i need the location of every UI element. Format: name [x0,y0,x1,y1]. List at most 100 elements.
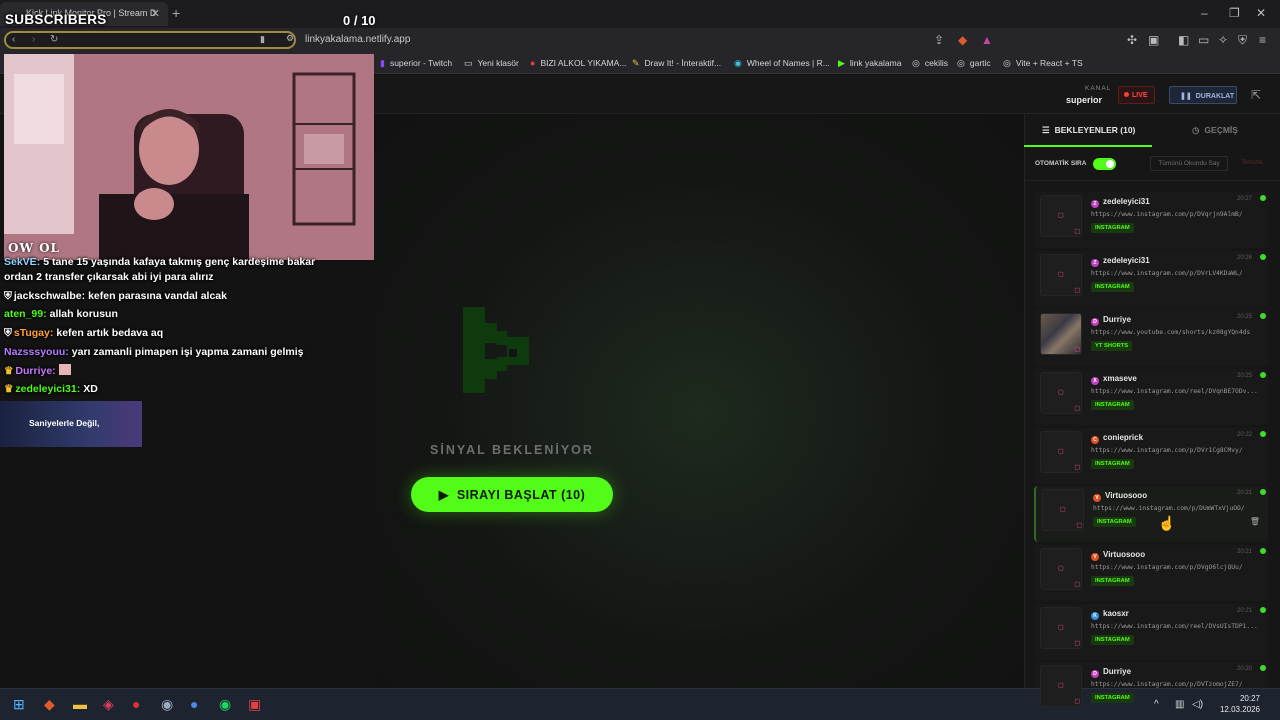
queue-item[interactable]: ◻ D Durriye https://www.youtube.com/shorts/… [1034,310,1268,366]
subscribers-count: 0 / 10 [343,13,376,28]
external-link-icon[interactable]: ⇱ [1251,88,1261,102]
spotify-app-icon[interactable]: ◉ [219,696,231,713]
thumbnail[interactable]: ◻ ◻ [1040,254,1082,296]
app-icon[interactable]: ● [190,696,198,712]
extensions-icon[interactable]: ✣ [1127,33,1137,47]
promo-banner: Saniyelerle Değil, [0,401,142,447]
back-forward-bar[interactable]: ‹ › ↻ ▮ [4,31,296,49]
thumbnail[interactable]: ◻ ◻ [1040,195,1082,237]
queue-link[interactable]: https://www.instagram.com/reel/DVqnBE7OD… [1091,388,1261,395]
bookmark-item[interactable]: ▮ superior - Twitch [380,58,452,69]
chat-line: ordan 2 transfer çıkarsak abi iyi para a… [4,271,214,283]
tab-waiting[interactable]: ☰ BEKLEYENLER (10) [1024,114,1152,147]
bookmark-item[interactable]: ◎ Vite + React + TS [1003,58,1083,69]
twitch-icon: ▮ [380,58,385,68]
bookmark-item[interactable]: ◉ Wheel of Names | R... [734,58,830,69]
share-icon[interactable]: ⇪ [934,33,944,47]
sidebar-icon[interactable]: ◧ [1178,33,1189,47]
live-dot-icon [1124,92,1129,97]
pause-button[interactable]: ❚❚ DURAKLAT [1169,86,1237,104]
badge-icon: ♛ [4,365,14,377]
new-tab-icon[interactable]: + [172,5,180,21]
leo-icon[interactable]: ✧ [1218,33,1228,47]
online-dot-icon [1260,665,1266,671]
queue-item[interactable]: ◻ ◻ Zzedeleyici31 https://www.instagram.com… [1034,192,1268,248]
close-tab-icon[interactable]: ✕ [151,7,160,20]
thumbnail[interactable]: ◻ ◻ [1040,548,1082,590]
platform-tag: INSTAGRAM [1091,459,1134,469]
maximize-icon[interactable]: ❐ [1229,6,1240,20]
tray-chevron-icon[interactable]: ^ [1154,699,1159,710]
channel-label: KANAL [1085,85,1112,92]
queue-link[interactable]: https://www.instagram.com/p/DVr1Cg8CMvy/ [1091,447,1261,454]
site-info-icon[interactable]: ⚙ [286,33,294,44]
bookmark-item[interactable]: ▭ Yeni klasör [464,58,519,69]
reload-icon[interactable]: ↻ [50,34,58,45]
wallet-icon[interactable]: ▭ [1198,33,1209,47]
bookmark-item[interactable]: ◎ gartic [957,58,991,69]
app-icon[interactable]: ● [132,696,140,712]
minimize-icon[interactable]: – [1201,6,1208,20]
chat-line: aten_99: allah korusun [4,308,118,320]
queue-item[interactable]: ◻ ◻ Xxmaseve https://www.instagram.com/reel… [1034,369,1268,425]
app-icon[interactable]: ▣ [248,696,261,713]
queue-item[interactable]: ◻ ◻ Kkaosxr https://www.instagram.com/reel/… [1034,604,1268,660]
queue-username: Zzedeleyici31 [1091,256,1150,267]
bookmark-item[interactable]: ▶ link yakalama [838,58,901,69]
menu-icon[interactable]: ≡ [1259,33,1266,47]
queue-link[interactable]: https://www.instagram.com/p/DVgO6lcjQUu/ [1091,564,1261,571]
queue-link[interactable]: https://www.instagram.com/p/DVrLV4KDaWL/ [1091,270,1261,277]
stream-brand-logo: OW OL [8,241,60,255]
rewards-icon[interactable]: ▲ [981,33,993,47]
queue-item[interactable]: ◻ ◻ V Virtuosooo https://www.instagram.com/p… [1034,486,1268,542]
explorer-app-icon[interactable]: ▬ [73,696,87,712]
clear-button[interactable]: Temizle [1234,156,1270,171]
username-text: zedeleyici31 [1103,256,1150,265]
queue-link[interactable]: https://www.instagram.com/p/DVTzomojZE7/ [1091,681,1261,688]
queue-item[interactable]: ◻ ◻ Zzedeleyici31 https://www.instagram.com… [1034,251,1268,307]
thumbnail[interactable]: ◻ ◻ [1040,607,1082,649]
brave-shield-icon[interactable]: ◆ [958,33,967,47]
tab-history[interactable]: ◷ GEÇMİŞ [1152,114,1280,147]
queue-item[interactable]: ◻ ◻ Cconieprick https://www.instagram.com/p… [1034,428,1268,484]
back-icon[interactable]: ‹ [12,34,15,45]
start-queue-button[interactable]: ▶ SIRAYI BAŞLAT (10) [411,477,613,512]
live-badge[interactable]: LIVE [1118,86,1155,104]
bookmark-item[interactable]: ◎ cekilis [912,58,948,69]
close-window-icon[interactable]: ✕ [1256,6,1266,20]
kick-icon: ▶ [838,58,845,68]
bookmark-item[interactable]: ✎ Draw It! - İnteraktif... [632,58,721,69]
platform-tag: INSTAGRAM [1091,400,1134,410]
auto-queue-toggle[interactable] [1093,158,1116,170]
brave-app-icon[interactable]: ◆ [44,696,55,713]
queue-time: 20:27 [1236,196,1252,202]
network-icon[interactable]: ▥ [1175,699,1184,710]
volume-icon[interactable]: ◁) [1192,699,1203,710]
url-field[interactable]: linkyakalama.netlify.app [305,34,410,45]
queue-item[interactable]: ◻ ◻ D Durriye https://www.instagram.com/p/DV… [1034,662,1268,707]
bookmark-item[interactable]: ● BIZI ALKOL YIKAMA... [530,58,626,68]
delete-icon[interactable]: 🗑 [1250,517,1260,526]
queue-link[interactable]: https://www.instagram.com/reel/DVsUIsTDP… [1091,623,1261,630]
queue-time: 20:21 [1236,549,1252,555]
queue-link[interactable]: https://www.instagram.com/p/DUmWTxVjuOO/ [1093,505,1263,512]
queue-item[interactable]: ◻ ◻ V Virtuosooo https://www.instagram.com/p… [1034,545,1268,601]
bookmark-icon[interactable]: ▮ [260,34,265,45]
chat-username: sTugay: [13,327,54,339]
thumbnail[interactable]: ◻ ◻ [1040,431,1082,473]
thumbnail[interactable]: ◻ ◻ [1040,665,1082,707]
vpn-icon[interactable]: ⛨ [1238,33,1247,48]
forward-icon[interactable]: › [32,34,35,45]
thumbnail[interactable]: ◻ ◻ [1040,372,1082,414]
username-text: zedeleyici31 [1103,197,1150,206]
thumbnail[interactable]: ◻ [1040,313,1082,355]
queue-link[interactable]: https://www.instagram.com/p/DVqrjn9AlmB/ [1091,211,1261,218]
thumbnail[interactable]: ◻ ◻ [1042,489,1084,531]
mark-all-read-button[interactable]: Tümünü Okundu Say [1150,156,1228,171]
media-icon[interactable]: ▣ [1148,33,1159,47]
queue-link[interactable]: https://www.youtube.com/shorts/kz08gYQn4… [1091,329,1261,336]
windows-start-icon[interactable]: ⊞ [13,696,25,713]
app-icon[interactable]: ◈ [103,696,114,713]
steam-app-icon[interactable]: ◉ [161,696,173,713]
taskbar-clock[interactable]: 20:27 12.03.2026 [1214,693,1260,715]
